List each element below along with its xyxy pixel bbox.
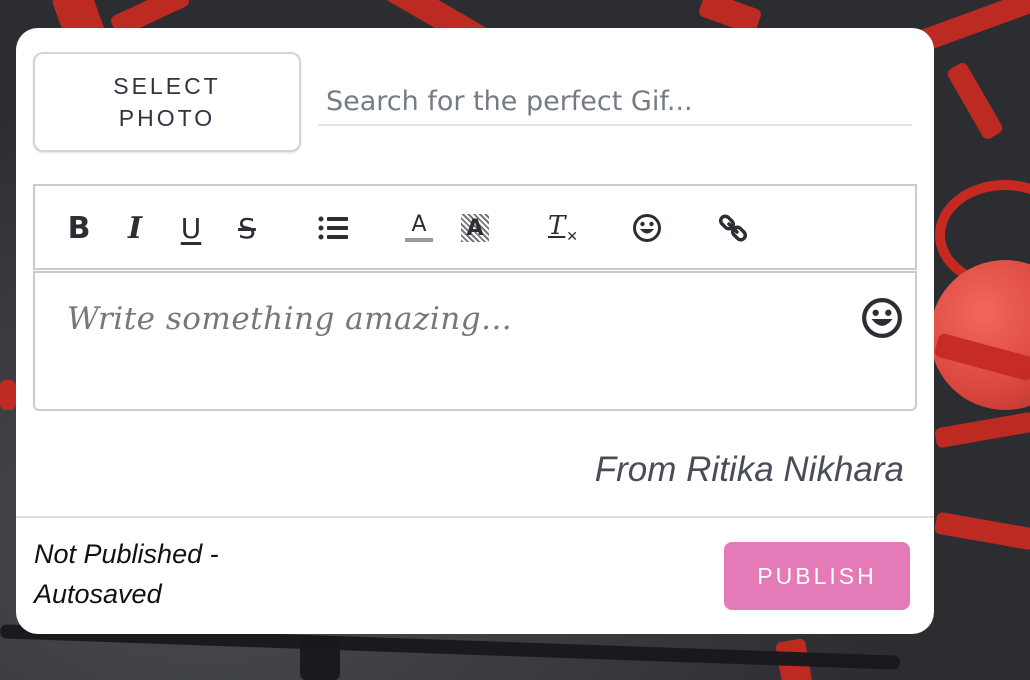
text-color-icon: A — [405, 214, 433, 242]
clear-format-button[interactable]: T ✕ — [539, 206, 583, 250]
divider — [16, 516, 934, 518]
bullet-list-button[interactable] — [311, 206, 355, 250]
editor-placeholder: Write something amazing... — [67, 301, 513, 337]
status-line1: Not Published - — [34, 539, 219, 569]
smiley-icon — [633, 214, 661, 242]
emoji-button[interactable] — [625, 206, 669, 250]
status-line2: Autosaved — [34, 579, 162, 609]
clear-format-glyph: T — [548, 211, 566, 241]
text-color-button[interactable]: A — [397, 206, 441, 250]
clear-format-icon: T ✕ — [546, 211, 578, 245]
underline-icon: U — [180, 211, 202, 245]
select-photo-button[interactable]: SELECT PHOTO — [33, 52, 301, 152]
bold-icon: B — [67, 210, 91, 246]
italic-icon: I — [127, 210, 143, 246]
card-editor: SELECT PHOTO B I U S — [16, 28, 934, 634]
select-photo-label-line1: SELECT — [113, 73, 221, 99]
message-editor[interactable]: Write something amazing... — [33, 271, 917, 411]
highlight-button[interactable]: A — [453, 206, 497, 250]
link-button[interactable] — [711, 206, 755, 250]
publish-button[interactable]: PUBLISH — [724, 542, 910, 610]
text-color-bar — [405, 238, 433, 242]
highlight-icon: A — [461, 214, 489, 242]
formatting-toolbar: B I U S A A T ✕ — [33, 184, 917, 270]
highlight-glyph: A — [466, 215, 484, 241]
smiley-icon[interactable] — [861, 297, 903, 339]
strikethrough-icon: S — [238, 211, 256, 245]
select-photo-label-line2: PHOTO — [118, 105, 216, 131]
list-icon — [318, 216, 348, 240]
italic-button[interactable]: I — [113, 206, 157, 250]
gif-search-input[interactable] — [318, 78, 912, 126]
strikethrough-button[interactable]: S — [225, 206, 269, 250]
text-color-glyph: A — [411, 212, 427, 237]
link-icon — [718, 214, 748, 242]
underline-button[interactable]: U — [169, 206, 213, 250]
signature-text: From Ritika Nikhara — [594, 450, 904, 489]
bold-button[interactable]: B — [57, 206, 101, 250]
clear-format-x: ✕ — [566, 229, 578, 245]
publish-status: Not Published - Autosaved — [34, 534, 264, 614]
